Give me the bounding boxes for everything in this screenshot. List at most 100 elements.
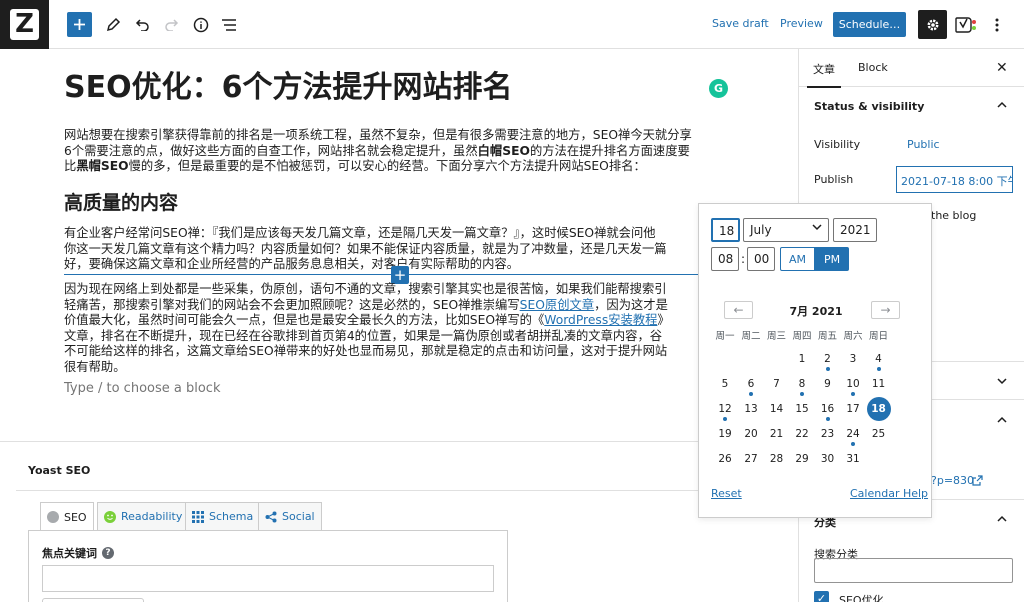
chevron-up-icon[interactable] <box>997 515 1007 522</box>
tab-label: Readability <box>121 510 183 523</box>
save-draft-button[interactable]: Save draft <box>712 17 769 30</box>
section-heading[interactable]: 高质量的内容 <box>64 188 178 215</box>
hour-input[interactable]: 08 <box>711 247 739 271</box>
paragraph-line: 好，要确保这篇文章和企业所经营的产品服务息息相关，对客户有实际帮助的内容。 <box>64 257 519 271</box>
yoast-seo-panel: 焦点关键词 ? <box>28 530 508 602</box>
editor-canvas: SEO优化：6个方法提升网站排名 G 网站想要在搜索引擎获得靠前的排名是一项系统… <box>0 49 798 441</box>
weekday-label: 周四 <box>792 331 812 342</box>
calendar-day[interactable]: 17 <box>841 397 865 421</box>
publish-date-toggle[interactable]: 2021-07-18 8:00 下午 <box>896 166 1013 193</box>
tab-schema[interactable]: Schema <box>185 502 261 530</box>
undo-button[interactable] <box>130 12 155 37</box>
calendar-day[interactable]: 8 <box>790 372 814 396</box>
day-input[interactable]: 18 <box>711 218 740 242</box>
calendar-help-button[interactable]: Calendar Help <box>850 487 928 500</box>
calendar-day[interactable]: 24 <box>841 422 865 446</box>
chevron-down-icon[interactable] <box>997 378 1007 385</box>
am-button[interactable]: AM <box>780 247 815 271</box>
calendar-day[interactable]: 11 <box>867 372 891 396</box>
details-button[interactable] <box>188 12 213 37</box>
calendar-day[interactable]: 20 <box>739 422 763 446</box>
sidebar-tabs: 文章 Block ✕ <box>799 49 1024 88</box>
minute-input[interactable]: 00 <box>747 247 775 271</box>
block-appender[interactable]: Type / to choose a block <box>64 381 220 396</box>
calendar-day[interactable]: 27 <box>739 447 763 471</box>
redo-icon <box>165 19 179 31</box>
tab-block[interactable]: Block <box>858 61 888 74</box>
calendar-day[interactable]: 25 <box>867 422 891 446</box>
redo-button[interactable] <box>159 12 184 37</box>
calendar-day[interactable]: 30 <box>816 447 840 471</box>
list-view-icon <box>221 18 236 31</box>
more-options-button[interactable] <box>984 12 1009 37</box>
calendar-day[interactable]: 26 <box>713 447 737 471</box>
month-select[interactable]: July <box>743 218 829 242</box>
preview-button[interactable]: Preview <box>780 17 823 30</box>
install-tutorial-link[interactable]: WordPress安装教程 <box>544 313 657 327</box>
category-search-input[interactable] <box>814 558 1013 583</box>
calendar-day[interactable]: 1 <box>790 347 814 371</box>
grammarly-icon[interactable]: G <box>709 79 728 98</box>
calendar-day[interactable]: 15 <box>790 397 814 421</box>
tab-seo[interactable]: SEO <box>40 502 94 531</box>
scheduled-post-dot <box>825 367 830 371</box>
yoast-secondary-button[interactable] <box>42 598 144 602</box>
calendar-day[interactable]: 5 <box>713 372 737 396</box>
reset-button[interactable]: Reset <box>711 487 742 500</box>
calendar-day[interactable]: 22 <box>790 422 814 446</box>
help-icon[interactable]: ? <box>102 547 114 559</box>
focus-keyphrase-text: 焦点关键词 <box>42 547 97 560</box>
yoast-title[interactable]: Yoast SEO <box>28 464 90 477</box>
calendar-day[interactable]: 16 <box>816 397 840 421</box>
tools-button[interactable] <box>101 12 126 37</box>
calendar-day[interactable]: 13 <box>739 397 763 421</box>
calendar-day[interactable]: 4 <box>867 347 891 371</box>
add-block-button[interactable] <box>67 12 92 37</box>
paragraph-line: 很有帮助。 <box>64 359 126 374</box>
original-article-link[interactable]: SEO原创文章 <box>520 298 594 312</box>
scheduled-post-dot <box>825 417 830 421</box>
weekday-label: 周五 <box>817 331 837 342</box>
tab-social[interactable]: Social <box>258 502 322 530</box>
calendar-day[interactable]: 9 <box>816 372 840 396</box>
calendar-day[interactable]: 3 <box>841 347 865 371</box>
calendar-day[interactable]: 2 <box>816 347 840 371</box>
calendar-day[interactable]: 29 <box>790 447 814 471</box>
calendar-day[interactable]: 19 <box>713 422 737 446</box>
calendar-day[interactable]: 23 <box>816 422 840 446</box>
paragraph-line: 比黑帽SEO慢的多，但是最重要的是不怕被惩罚，可以安心的经营。下面分享六个方法提… <box>64 159 646 173</box>
pm-button[interactable]: PM <box>815 247 849 271</box>
list-view-button[interactable] <box>216 12 241 37</box>
permalink-link[interactable]: ?p=830 <box>931 474 974 487</box>
month-value: July <box>750 223 772 237</box>
visibility-toggle[interactable]: Public <box>907 138 940 151</box>
close-icon[interactable]: ✕ <box>996 60 1008 76</box>
chevron-up-icon[interactable] <box>997 101 1007 108</box>
calendar-day[interactable]: 31 <box>841 447 865 471</box>
year-input[interactable]: 2021 <box>833 218 877 242</box>
pencil-icon <box>106 17 121 32</box>
calendar-day[interactable]: 14 <box>765 397 789 421</box>
calendar-day[interactable]: 6 <box>739 372 763 396</box>
schedule-button[interactable]: Schedule… <box>833 12 906 37</box>
post-title[interactable]: SEO优化：6个方法提升网站排名 <box>64 62 512 106</box>
settings-button[interactable] <box>918 10 947 39</box>
tab-document[interactable]: 文章 <box>807 61 841 88</box>
paragraph-line: 因为现在网络上到处都是一些采集，伪原创，语句不通的文章，搜索引擎其实也是很苦恼，… <box>64 282 667 296</box>
focus-keyphrase-input[interactable] <box>42 565 494 592</box>
site-logo[interactable]: Z <box>0 0 49 49</box>
paragraph-line: 轻痛苦，那搜索引擎对我们的网站会不会更加照顾呢？这是必然的，SEO禅推崇编写SE… <box>64 297 668 312</box>
tab-readability[interactable]: Readability <box>97 502 190 530</box>
calendar-day[interactable]: 28 <box>765 447 789 471</box>
status-visibility-toggle[interactable]: Status & visibility <box>814 100 924 113</box>
next-month-button[interactable]: → <box>871 301 900 319</box>
calendar-day[interactable]: 12 <box>713 397 737 421</box>
yoast-button[interactable] <box>953 12 978 37</box>
block-inserter-line <box>64 274 704 275</box>
chevron-up-icon[interactable] <box>997 416 1007 423</box>
calendar-day[interactable]: 10 <box>841 372 865 396</box>
calendar-day[interactable]: 7 <box>765 372 789 396</box>
category-checkbox[interactable]: ✓ <box>814 591 829 602</box>
calendar-day[interactable]: 21 <box>765 422 789 446</box>
calendar-day[interactable]: 18 <box>866 397 891 421</box>
